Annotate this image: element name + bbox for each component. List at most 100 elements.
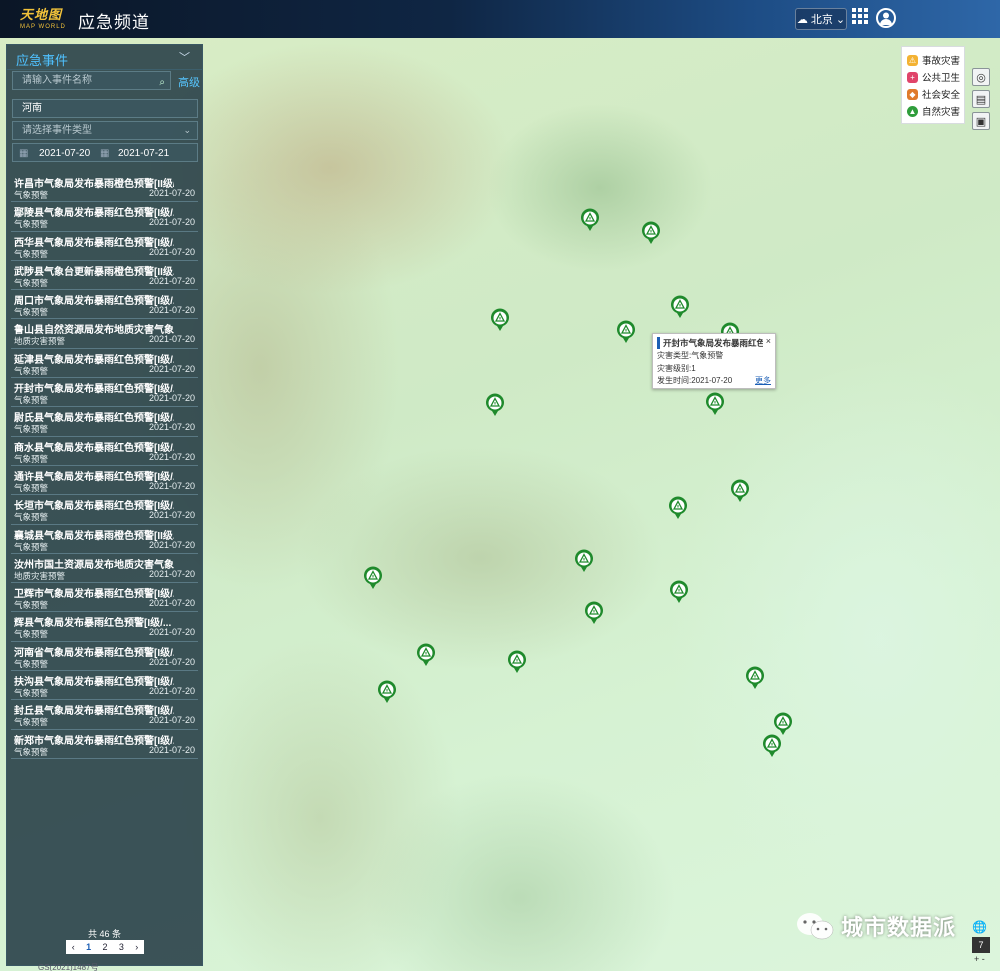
- event-category: 气象预警: [14, 395, 49, 406]
- event-list-item[interactable]: 卫辉市气象局发布暴雨红色预警[I级/... 气象预警 2021-07-20: [11, 583, 198, 613]
- event-list-item[interactable]: 尉氏县气象局发布暴雨红色预警[I级/... 气象预警 2021-07-20: [11, 407, 198, 437]
- event-category: 气象预警: [14, 541, 49, 552]
- result-count: 共 46 条: [87, 929, 121, 939]
- event-marker-icon[interactable]: [363, 566, 383, 590]
- province-field[interactable]: 河南: [12, 99, 198, 118]
- page-2[interactable]: 2: [102, 942, 107, 952]
- prev-page-icon[interactable]: ‹: [72, 942, 75, 952]
- event-list-item[interactable]: 通许县气象局发布暴雨红色预警[I级/... 气象预警 2021-07-20: [11, 466, 198, 496]
- event-list-item[interactable]: 延津县气象局发布暴雨红色预警[I级/... 气象预警 2021-07-20: [11, 349, 198, 379]
- page-1[interactable]: 1: [86, 942, 91, 952]
- event-search-input[interactable]: 请输入事件名称 ⌕: [12, 71, 171, 90]
- event-marker-icon[interactable]: [641, 221, 661, 245]
- event-list-item[interactable]: 襄城县气象局发布暴雨橙色预警[II级... 气象预警 2021-07-20: [11, 525, 198, 554]
- apps-grid-icon[interactable]: [852, 8, 868, 26]
- legend-label: 自然灾害: [922, 107, 961, 118]
- event-list-item[interactable]: 汝州市国土资源局发布地质灾害气象... 地质灾害预警 2021-07-20: [11, 554, 198, 584]
- legend-item-accident[interactable]: ⚠ 事故灾害: [907, 53, 960, 67]
- event-list-item[interactable]: 鄢陵县气象局发布暴雨红色预警[I级/... 气象预警 2021-07-20: [11, 202, 198, 232]
- date-range-field[interactable]: ▦ 2021-07-20 ▦ 2021-07-21: [12, 143, 198, 162]
- event-list-item[interactable]: 西华县气象局发布暴雨红色预警[I级/... 气象预警 2021-07-20: [11, 232, 198, 261]
- event-list-item[interactable]: 扶沟县气象局发布暴雨红色预警[I级/... 气象预警 2021-07-20: [11, 671, 198, 701]
- event-list-item[interactable]: 周口市气象局发布暴雨红色预警[I级/... 气象预警 2021-07-20: [11, 290, 198, 320]
- advanced-search-link[interactable]: 高级: [178, 74, 200, 90]
- event-marker-icon[interactable]: [668, 496, 688, 520]
- date-start[interactable]: 2021-07-20: [39, 145, 90, 162]
- event-marker-icon[interactable]: [762, 734, 782, 758]
- event-list-item[interactable]: 河南省气象局发布暴雨红色预警[I级/... 气象预警 2021-07-20: [11, 642, 198, 672]
- panel-title: 应急事件: [16, 53, 69, 68]
- event-list-item[interactable]: 长垣市气象局发布暴雨红色预警[I级/... 气象预警 2021-07-20: [11, 495, 198, 525]
- event-date: 2021-07-20: [148, 480, 195, 491]
- event-date: 2021-07-20: [148, 246, 195, 257]
- zoom-controls[interactable]: + -: [974, 954, 985, 964]
- event-category: 气象预警: [14, 482, 49, 493]
- search-icon[interactable]: ⌕: [159, 74, 165, 91]
- event-list-item[interactable]: 许昌市气象局发布暴雨橙色预警[II级/... 气象预警 2021-07-20: [11, 173, 198, 203]
- event-category: 地质灾害预警: [14, 336, 66, 347]
- event-list-item[interactable]: 新郑市气象局发布暴雨红色预警[I级/... 气象预警 2021-07-20: [11, 730, 198, 759]
- event-date: 2021-07-20: [148, 393, 195, 404]
- event-list-item[interactable]: 开封市气象局发布暴雨红色预警[I级/... 气象预警 2021-07-20: [11, 378, 198, 408]
- page-title: 应急频道: [78, 13, 150, 32]
- close-icon[interactable]: ×: [766, 336, 771, 346]
- city-selector[interactable]: ☁ 北京 ⌄: [795, 8, 847, 30]
- collapse-chevron-icon[interactable]: ﹀: [179, 49, 190, 65]
- event-category: 气象预警: [14, 219, 49, 230]
- event-marker-icon[interactable]: [485, 393, 505, 417]
- legend-item-health[interactable]: + 公共卫生: [907, 70, 960, 84]
- event-marker-icon[interactable]: [584, 601, 604, 625]
- event-list-item[interactable]: 辉县气象局发布暴雨红色预警[I级/... 气象预警 2021-07-20: [11, 612, 198, 642]
- date-end[interactable]: 2021-07-21: [118, 145, 169, 162]
- event-date: 2021-07-20: [148, 744, 195, 755]
- popup-more-link[interactable]: 更多: [755, 375, 771, 386]
- event-marker-icon[interactable]: [669, 580, 689, 604]
- event-marker-icon[interactable]: [745, 666, 765, 690]
- event-marker-icon[interactable]: [730, 479, 750, 503]
- top-header: 天地图 MAP WORLD 应急频道 ☁ 北京 ⌄: [0, 0, 1000, 38]
- event-date: 2021-07-20: [148, 305, 195, 316]
- event-type-select[interactable]: 请选择事件类型 ⌄: [12, 121, 198, 140]
- legend-item-security[interactable]: ◆ 社会安全: [907, 87, 960, 101]
- user-avatar-icon[interactable]: [876, 8, 896, 28]
- event-marker-icon[interactable]: [490, 308, 510, 332]
- event-list-item[interactable]: 封丘县气象局发布暴雨红色预警[I级/... 气象预警 2021-07-20: [11, 700, 198, 730]
- document-icon[interactable]: ▤: [972, 90, 990, 108]
- event-marker-icon[interactable]: [377, 680, 397, 704]
- event-category: 气象预警: [14, 307, 49, 318]
- event-list-item[interactable]: 商水县气象局发布暴雨红色预警[I级/... 气象预警 2021-07-20: [11, 437, 198, 466]
- legend-item-nature[interactable]: ▲ 自然灾害: [907, 104, 960, 118]
- event-marker-icon[interactable]: [580, 208, 600, 232]
- event-date: 2021-07-20: [148, 627, 195, 638]
- map-image-icon[interactable]: ▣: [972, 112, 990, 130]
- event-panel: 应急事件 ﹀ 请输入事件名称 ⌕ 高级 河南 请选择事件类型 ⌄ ▦ 2021-…: [6, 44, 203, 966]
- event-marker-icon[interactable]: [574, 549, 594, 573]
- event-category: 气象预警: [14, 746, 49, 757]
- watermark-text: 城市数据派: [841, 915, 957, 940]
- tianditu-logo[interactable]: 天地图 MAP WORLD: [20, 4, 70, 34]
- event-marker-icon[interactable]: [507, 650, 527, 674]
- event-list-item[interactable]: 鲁山县自然资源局发布地质灾害气象... 地质灾害预警 2021-07-20: [11, 319, 198, 349]
- event-marker-icon[interactable]: [416, 643, 436, 667]
- event-marker-icon[interactable]: [705, 392, 725, 416]
- event-date: 2021-07-20: [148, 656, 195, 667]
- event-marker-icon[interactable]: [670, 295, 690, 319]
- layer-toggle-icon[interactable]: ◎: [972, 68, 990, 86]
- next-page-icon[interactable]: ›: [135, 942, 138, 952]
- event-date: 2021-07-20: [148, 598, 195, 609]
- map-legend: ⚠ 事故灾害 + 公共卫生 ◆ 社会安全 ▲ 自然灾害: [901, 46, 965, 124]
- page-3[interactable]: 3: [119, 942, 124, 952]
- event-marker-icon[interactable]: [616, 320, 636, 344]
- zoom-level: 7: [972, 937, 990, 953]
- accident-icon: ⚠: [907, 54, 918, 66]
- calendar-icon: ▦: [19, 148, 29, 159]
- logo-subtext: MAP WORLD: [20, 24, 66, 30]
- chevron-down-icon: ⌄: [835, 13, 846, 26]
- globe-icon[interactable]: 🌐: [972, 920, 987, 934]
- event-list-item[interactable]: 武陟县气象台更新暴雨橙色预警[II级... 气象预警 2021-07-20: [11, 261, 198, 291]
- popup-type: 灾害类型:气象预警: [657, 351, 724, 360]
- calendar-icon: ▦: [100, 148, 110, 159]
- event-category: 气象预警: [14, 629, 49, 640]
- panel-header[interactable]: 应急事件 ﹀: [7, 45, 202, 70]
- event-marker-icon[interactable]: [773, 712, 793, 736]
